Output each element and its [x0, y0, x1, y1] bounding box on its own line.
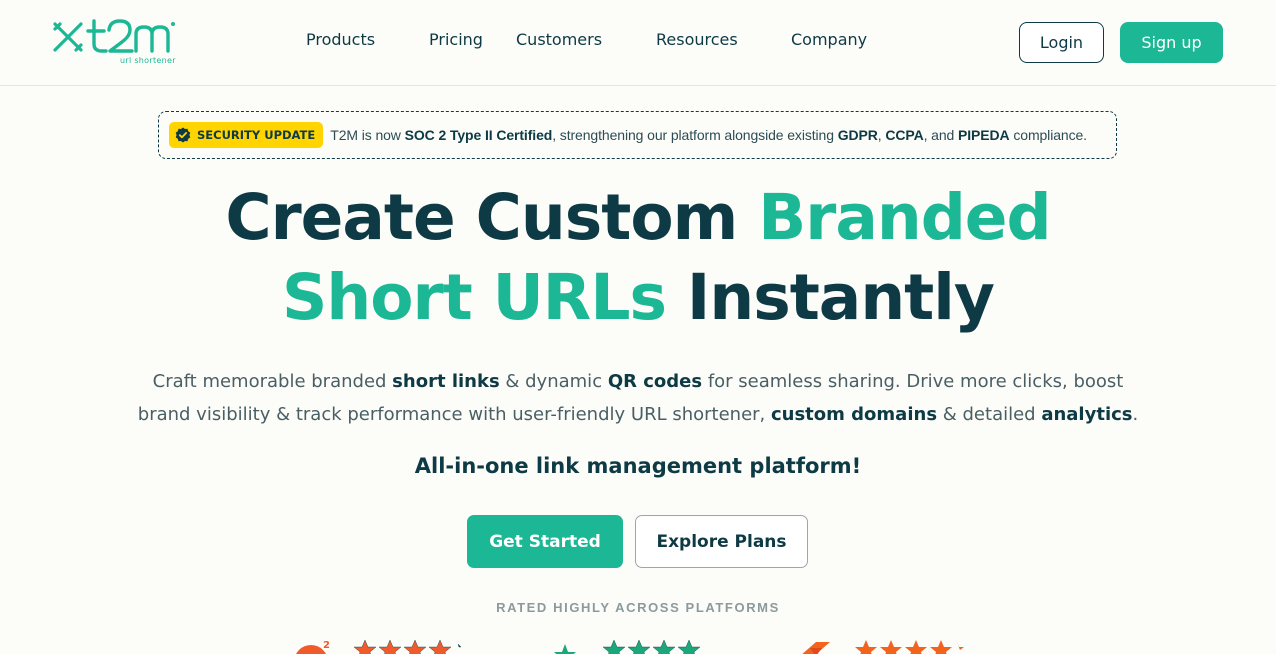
capterra-logo-icon: [802, 640, 964, 654]
security-update-badge: SECURITY UPDATE: [169, 122, 324, 148]
verified-check-icon: [175, 127, 191, 143]
nav-customers[interactable]: Customers: [516, 30, 602, 49]
star-rating-icons: [855, 640, 964, 654]
hero-tagline: All-in-one link management platform!: [414, 454, 862, 478]
nav-resources[interactable]: Resources: [656, 30, 738, 49]
hero-description-line-1: Craft memorable branded short links & dy…: [152, 371, 1124, 392]
hero-headline-line-1: Create Custom Branded: [225, 181, 1051, 254]
get-started-button[interactable]: Get Started: [467, 515, 623, 568]
hero-headline-line-2: Short URLs Instantly: [282, 261, 995, 334]
login-button[interactable]: Login: [1019, 22, 1104, 63]
trustpilot-logo-icon: [554, 639, 701, 654]
nav-company[interactable]: Company: [791, 30, 867, 49]
svg-text:2: 2: [323, 640, 330, 651]
capterra-rating[interactable]: [796, 636, 966, 654]
trustpilot-rating[interactable]: [553, 636, 723, 654]
signup-button[interactable]: Sign up: [1120, 22, 1223, 63]
nav-pricing[interactable]: Pricing: [429, 30, 483, 49]
logo-subtext: url shortener: [120, 56, 176, 65]
g2-rating[interactable]: 2: [293, 636, 463, 654]
star-rating-icons: [602, 639, 701, 654]
security-update-banner: SECURITY UPDATE T2M is now SOC 2 Type II…: [158, 111, 1117, 159]
site-header: url shortener Products Pricing Customers…: [0, 0, 1276, 86]
star-rating-icons: [353, 639, 462, 654]
t2m-logo[interactable]: url shortener: [52, 18, 182, 68]
hero-description-line-2: brand visibility & track performance wit…: [137, 404, 1139, 425]
badge-label: SECURITY UPDATE: [197, 128, 316, 142]
nav-products[interactable]: Products: [306, 30, 375, 49]
security-update-text: T2M is now SOC 2 Type II Certified, stre…: [330, 127, 1087, 143]
explore-plans-button[interactable]: Explore Plans: [635, 515, 808, 568]
rated-highly-label: RATED HIGHLY ACROSS PLATFORMS: [496, 600, 780, 615]
g2-logo-icon: 2: [296, 639, 462, 654]
